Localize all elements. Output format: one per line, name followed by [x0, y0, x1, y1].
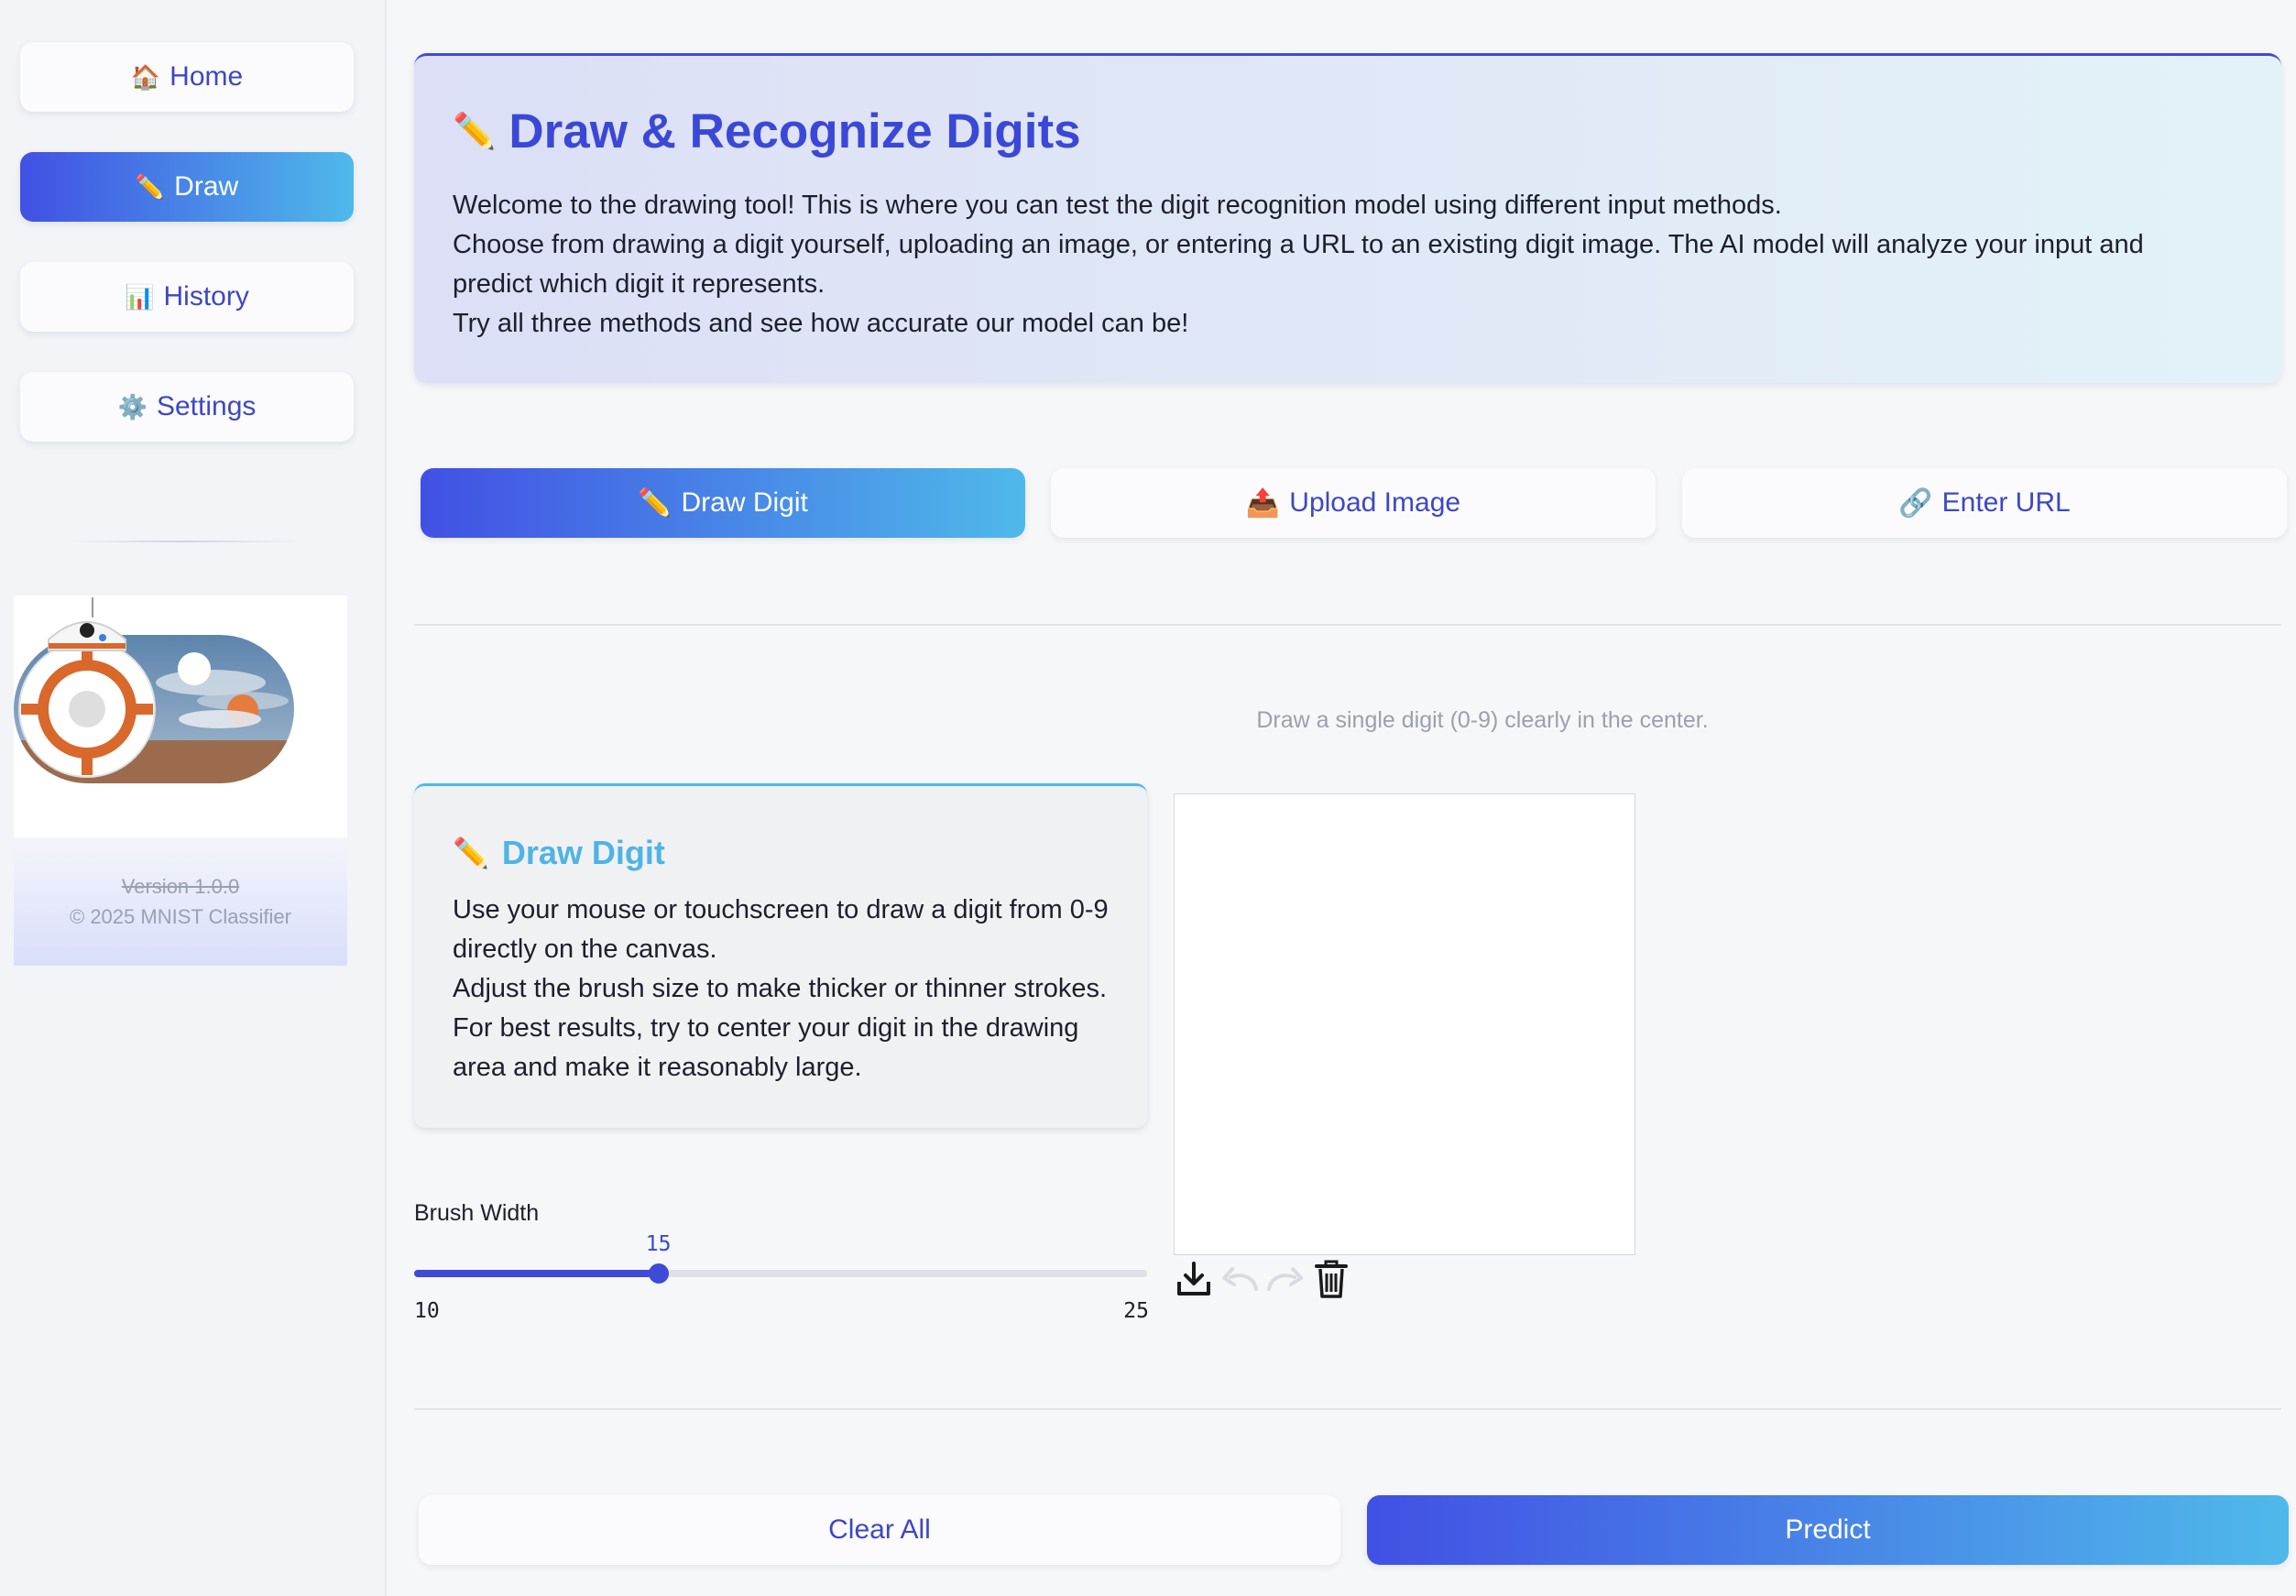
version-text: Version 1.0.0	[121, 875, 240, 898]
card-description: Use your mouse or touchscreen to draw a …	[453, 891, 1112, 1088]
tab-label: Upload Image	[1289, 487, 1461, 518]
tab-label: Draw Digit	[681, 487, 808, 518]
tab-enter-url[interactable]: 🔗 Enter URL	[1682, 468, 2287, 538]
canvas-toolbar	[1173, 1257, 1352, 1301]
undo-icon[interactable]	[1219, 1257, 1261, 1301]
sidebar-item-settings[interactable]: ⚙️ Settings	[20, 372, 354, 442]
drawing-canvas[interactable]	[1174, 793, 1635, 1255]
trash-icon[interactable]	[1310, 1257, 1352, 1301]
pencil-icon: ✏️	[638, 487, 672, 519]
slider-max-value: 25	[1123, 1299, 1149, 1323]
page-title-text: Draw & Recognize Digits	[508, 104, 1081, 159]
slider-fill	[414, 1270, 659, 1277]
sidebar-item-label: Draw	[174, 171, 239, 202]
card-title: ✏️ Draw Digit	[453, 834, 665, 872]
home-icon: 🏠	[130, 62, 161, 91]
copyright-text: © 2025 MNIST Classifier	[70, 905, 291, 928]
clear-all-button[interactable]: Clear All	[419, 1495, 1340, 1565]
card-line: Use your mouse or touchscreen to draw a …	[453, 895, 1109, 964]
pencil-icon: ✏️	[135, 172, 166, 201]
version-info: Version 1.0.0 © 2025 MNIST Classifier	[14, 837, 347, 966]
tab-draw-digit[interactable]: ✏️ Draw Digit	[421, 468, 1025, 538]
page-title: ✏️ Draw & Recognize Digits	[453, 104, 1081, 159]
description-line: Choose from drawing a digit yourself, up…	[453, 230, 2144, 299]
pencil-icon: ✏️	[453, 112, 497, 151]
mascot-image	[14, 596, 347, 837]
page-description: Welcome to the drawing tool! This is whe…	[453, 186, 2230, 344]
sidebar-divider	[64, 541, 302, 542]
sidebar-item-draw[interactable]: ✏️ Draw	[20, 152, 354, 222]
robot-mascot-illustration	[14, 597, 294, 783]
slider-min-value: 10	[414, 1299, 440, 1323]
drawing-hint: Draw a single digit (0-9) clearly in the…	[1256, 707, 1709, 733]
instructions-card: ✏️ Draw Digit Use your mouse or touchscr…	[414, 783, 1147, 1128]
divider	[414, 624, 2281, 626]
download-icon[interactable]	[1173, 1257, 1215, 1301]
sidebar-item-label: Home	[169, 61, 244, 92]
card-line: Adjust the brush size to make thicker or…	[453, 974, 1108, 1082]
pencil-icon: ✏️	[453, 836, 489, 869]
upload-icon: 📤	[1245, 487, 1281, 519]
divider	[414, 1408, 2281, 1410]
predict-button[interactable]: Predict	[1367, 1495, 2289, 1565]
sidebar-item-history[interactable]: 📊 History	[20, 262, 354, 332]
slider-thumb[interactable]	[648, 1263, 669, 1284]
tab-label: Enter URL	[1941, 487, 2071, 518]
main-content: ✏️ Draw & Recognize Digits Welcome to th…	[414, 0, 2289, 1596]
brush-width-value: 15	[645, 1232, 672, 1256]
header-banner: ✏️ Draw & Recognize Digits Welcome to th…	[414, 53, 2281, 383]
sidebar-item-home[interactable]: 🏠 Home	[20, 42, 354, 112]
tab-upload-image[interactable]: 📤 Upload Image	[1051, 468, 1656, 538]
bar-chart-icon: 📊	[125, 282, 155, 311]
brush-width-slider[interactable]	[414, 1263, 1147, 1284]
link-icon: 🔗	[1898, 487, 1933, 519]
sidebar-item-label: Settings	[156, 391, 257, 421]
description-line: Try all three methods and see how accura…	[453, 309, 1189, 338]
redo-icon[interactable]	[1264, 1257, 1307, 1301]
card-title-text: Draw Digit	[501, 834, 665, 871]
sidebar-item-label: History	[163, 281, 249, 312]
sidebar: 🏠 Home ✏️ Draw 📊 History ⚙️ Settings Ver…	[0, 0, 387, 1596]
brush-width-label: Brush Width	[414, 1200, 540, 1226]
description-line: Welcome to the drawing tool! This is whe…	[453, 191, 1782, 220]
gear-icon: ⚙️	[117, 392, 148, 421]
